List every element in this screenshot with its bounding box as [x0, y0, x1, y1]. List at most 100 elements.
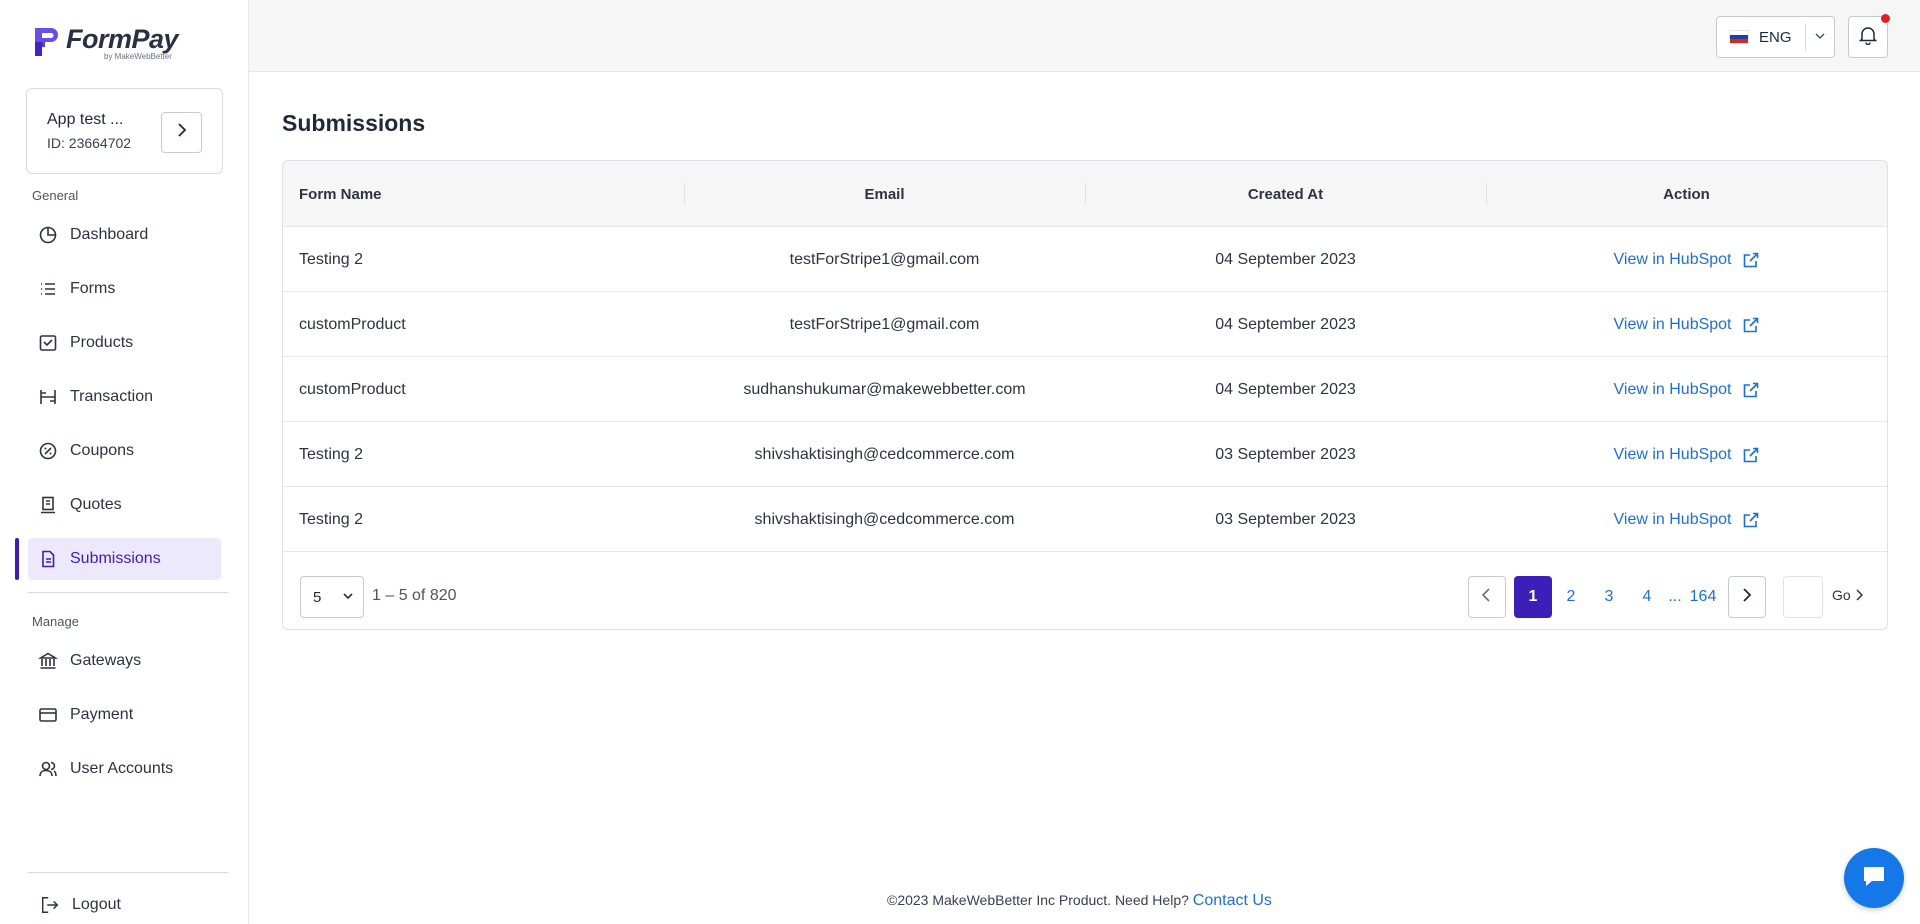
contact-us-link[interactable]: Contact Us	[1193, 892, 1272, 909]
credit-card-icon	[38, 705, 58, 725]
column-header-created-at[interactable]: Created At	[1085, 161, 1486, 227]
language-separator	[1805, 23, 1806, 51]
sidebar-item-label: Dashboard	[70, 226, 149, 243]
column-header-email[interactable]: Email	[684, 161, 1085, 227]
cell-created-at: 03 September 2023	[1215, 445, 1356, 463]
table-row: customProduct testForStripe1@gmail.com 0…	[283, 292, 1887, 357]
sidebar-item-products[interactable]: Products	[28, 322, 221, 364]
bank-icon	[38, 651, 58, 671]
table-row: Testing 2 shivshaktisingh@cedcommerce.co…	[283, 422, 1887, 487]
pie-chart-icon	[38, 225, 58, 245]
go-button[interactable]: Go	[1832, 587, 1863, 603]
table-row: customProduct sudhanshukumar@makewebbett…	[283, 357, 1887, 422]
sidebar-item-coupons[interactable]: Coupons	[28, 430, 221, 472]
logout-button[interactable]: Logout	[28, 884, 221, 924]
page-range-text: 1 – 5 of 820	[372, 587, 457, 604]
language-selector[interactable]: ENG	[1716, 16, 1835, 58]
app-id: ID: 23664702	[47, 135, 132, 151]
chat-bubble-icon	[1859, 861, 1889, 896]
previous-page-button[interactable]	[1468, 576, 1506, 618]
sidebar-item-gateways[interactable]: Gateways	[28, 640, 221, 682]
document-icon	[38, 549, 58, 569]
app-name: App test ...	[47, 111, 124, 128]
sidebar-item-label: Forms	[70, 280, 116, 297]
cell-form-name: Testing 2	[299, 445, 364, 463]
pagination: 5 1 – 5 of 820 1 2 3 4 ... 164 Go	[283, 556, 1887, 631]
chevron-down-icon	[1813, 29, 1827, 48]
cell-email: testForStripe1@gmail.com	[789, 250, 980, 268]
product-tag-icon	[38, 333, 58, 353]
page-button-4[interactable]: 4	[1635, 576, 1659, 618]
cell-form-name: customProduct	[299, 315, 406, 333]
cell-action: View in HubSpot	[1486, 487, 1887, 552]
cell-action: View in HubSpot	[1486, 422, 1887, 487]
goto-page-input[interactable]	[1783, 576, 1823, 618]
notifications-button[interactable]	[1848, 14, 1890, 58]
chevron-left-icon	[1481, 587, 1493, 607]
column-header-form-name[interactable]: Form Name	[299, 161, 382, 227]
external-link-icon	[1742, 381, 1760, 399]
sidebar-item-submissions[interactable]: Submissions	[28, 538, 221, 580]
view-in-hubspot-link[interactable]: View in HubSpot	[1614, 381, 1760, 399]
sidebar-item-label: Products	[70, 334, 134, 351]
cell-form-name: Testing 2	[299, 510, 364, 528]
page-button-2[interactable]: 2	[1559, 576, 1583, 618]
table-row: Testing 2 shivshaktisingh@cedcommerce.co…	[283, 487, 1887, 552]
view-in-hubspot-link[interactable]: View in HubSpot	[1614, 446, 1760, 464]
sidebar-item-user-accounts[interactable]: User Accounts	[28, 748, 221, 790]
cell-form-name: customProduct	[299, 380, 406, 398]
sidebar-item-payment[interactable]: Payment	[28, 694, 221, 736]
cell-action: View in HubSpot	[1486, 227, 1887, 292]
view-in-hubspot-link[interactable]: View in HubSpot	[1614, 251, 1760, 269]
external-link-icon	[1742, 511, 1760, 529]
sidebar-divider	[28, 592, 228, 593]
chat-widget-button[interactable]	[1844, 848, 1904, 908]
app-switch-button[interactable]	[161, 112, 202, 153]
page-button-last[interactable]: 164	[1687, 576, 1719, 618]
app-selector-card: App test ... ID: 23664702	[26, 88, 223, 174]
cell-form-name: Testing 2	[299, 250, 364, 268]
link-label: View in HubSpot	[1613, 510, 1732, 528]
go-label: Go	[1832, 587, 1851, 603]
column-header-action: Action	[1663, 185, 1710, 203]
list-icon	[38, 279, 58, 299]
view-in-hubspot-link[interactable]: View in HubSpot	[1614, 316, 1760, 334]
top-bar	[249, 0, 1920, 72]
link-label: View in HubSpot	[1613, 250, 1732, 268]
sidebar: FormPay by MakeWebBetter App test ... ID…	[0, 0, 249, 924]
cell-email: testForStripe1@gmail.com	[789, 315, 980, 333]
page-size-value: 5	[313, 588, 322, 606]
section-label-manage: Manage	[32, 614, 79, 629]
sidebar-item-quotes[interactable]: Quotes	[28, 484, 221, 526]
sidebar-item-label: Payment	[70, 706, 134, 723]
page-button-3[interactable]: 3	[1597, 576, 1621, 618]
cell-email: shivshaktisingh@cedcommerce.com	[754, 445, 1015, 463]
sidebar-item-transaction[interactable]: Transaction	[28, 376, 221, 418]
section-label-general: General	[32, 188, 79, 203]
coupon-icon	[38, 441, 58, 461]
sidebar-item-dashboard[interactable]: Dashboard	[28, 214, 221, 256]
page-size-select[interactable]: 5	[300, 576, 364, 618]
cell-email: shivshaktisingh@cedcommerce.com	[754, 510, 1015, 528]
view-in-hubspot-link[interactable]: View in HubSpot	[1614, 511, 1760, 529]
chevron-right-icon	[176, 123, 188, 142]
logout-label: Logout	[72, 896, 121, 913]
russia-flag-icon	[1729, 30, 1749, 44]
cell-created-at: 04 September 2023	[1215, 380, 1356, 398]
notification-badge	[1881, 14, 1890, 23]
sidebar-item-forms[interactable]: Forms	[28, 268, 221, 310]
logout-icon	[40, 895, 60, 915]
brand-byline: by MakeWebBetter	[104, 52, 172, 61]
page-button-1[interactable]: 1	[1514, 576, 1552, 618]
page-ellipsis[interactable]: ...	[1663, 576, 1687, 618]
external-link-icon	[1742, 316, 1760, 334]
formpay-logo[interactable]: FormPay by MakeWebBetter	[32, 24, 179, 61]
external-link-icon	[1742, 251, 1760, 269]
sidebar-item-label: Gateways	[70, 652, 142, 669]
cell-action: View in HubSpot	[1486, 357, 1887, 422]
cell-created-at: 03 September 2023	[1215, 510, 1356, 528]
footer: ©2023 MakeWebBetter Inc Product. Need He…	[887, 892, 1272, 910]
external-link-icon	[1742, 446, 1760, 464]
next-page-button[interactable]	[1728, 576, 1766, 618]
table-header: Form Name Email Created At Action	[283, 161, 1887, 227]
